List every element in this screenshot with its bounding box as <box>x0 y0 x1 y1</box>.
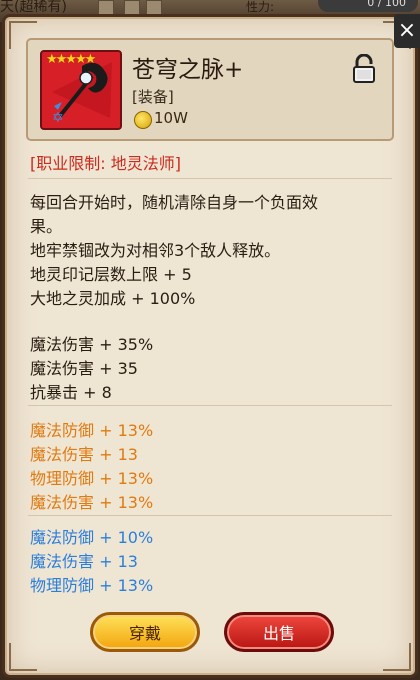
description-line: 地灵印记层数上限 + 5 <box>30 265 192 284</box>
item-title: 苍穹之脉+ <box>132 57 244 83</box>
base-stat: 魔法伤害 + 35% <box>30 335 154 354</box>
item-price: 10W <box>154 109 188 127</box>
bonus-stat-blue: 魔法伤害 + 13 <box>30 552 138 571</box>
bonus-stat-orange: 魔法防御 + 13% <box>30 421 154 440</box>
base-stat: 抗暴击 + 8 <box>30 383 112 402</box>
svg-text:✡: ✡ <box>52 110 64 126</box>
description-line: 大地之灵加成 + 100% <box>30 289 196 308</box>
description-line: 果。 <box>30 217 63 236</box>
divider <box>28 515 392 516</box>
base-stat: 魔法伤害 + 35 <box>30 359 138 378</box>
bonus-stat-blue: 物理防御 + 13% <box>30 576 154 595</box>
bonus-stat-blue: 魔法防御 + 10% <box>30 528 154 547</box>
background-progress-pill: 0 / 100 <box>318 0 418 12</box>
divider <box>28 178 392 179</box>
bonus-stat-orange: 物理防御 + 13% <box>30 469 154 488</box>
panel-corner-ornament <box>9 643 37 671</box>
equip-button[interactable]: 穿戴 <box>90 612 200 652</box>
rarity-stars: ★★★★★ <box>46 52 96 67</box>
coin-icon <box>134 111 152 129</box>
lock-icon[interactable] <box>352 54 376 84</box>
close-button[interactable]: × <box>394 14 420 48</box>
item-icon: ✡ ★★★★★ <box>40 50 122 130</box>
bonus-stat-orange: 魔法伤害 + 13% <box>30 493 154 512</box>
panel-corner-ornament <box>383 643 411 671</box>
item-type: [装备] <box>132 88 174 106</box>
description-line: 地牢禁锢改为对相邻3个敌人释放。 <box>30 241 281 260</box>
background-stat-label: 性力: <box>246 0 275 14</box>
class-restriction: [职业限制: 地灵法师] <box>30 154 181 173</box>
bonus-stat-orange: 魔法伤害 + 13 <box>30 445 138 464</box>
description-line: 每回合开始时，随机清除自身一个负面效 <box>30 193 319 212</box>
item-header-card: ✡ ★★★★★ 苍穹之脉+ [装备] 10W <box>26 38 394 141</box>
divider <box>28 405 392 406</box>
sell-button[interactable]: 出售 <box>224 612 334 652</box>
